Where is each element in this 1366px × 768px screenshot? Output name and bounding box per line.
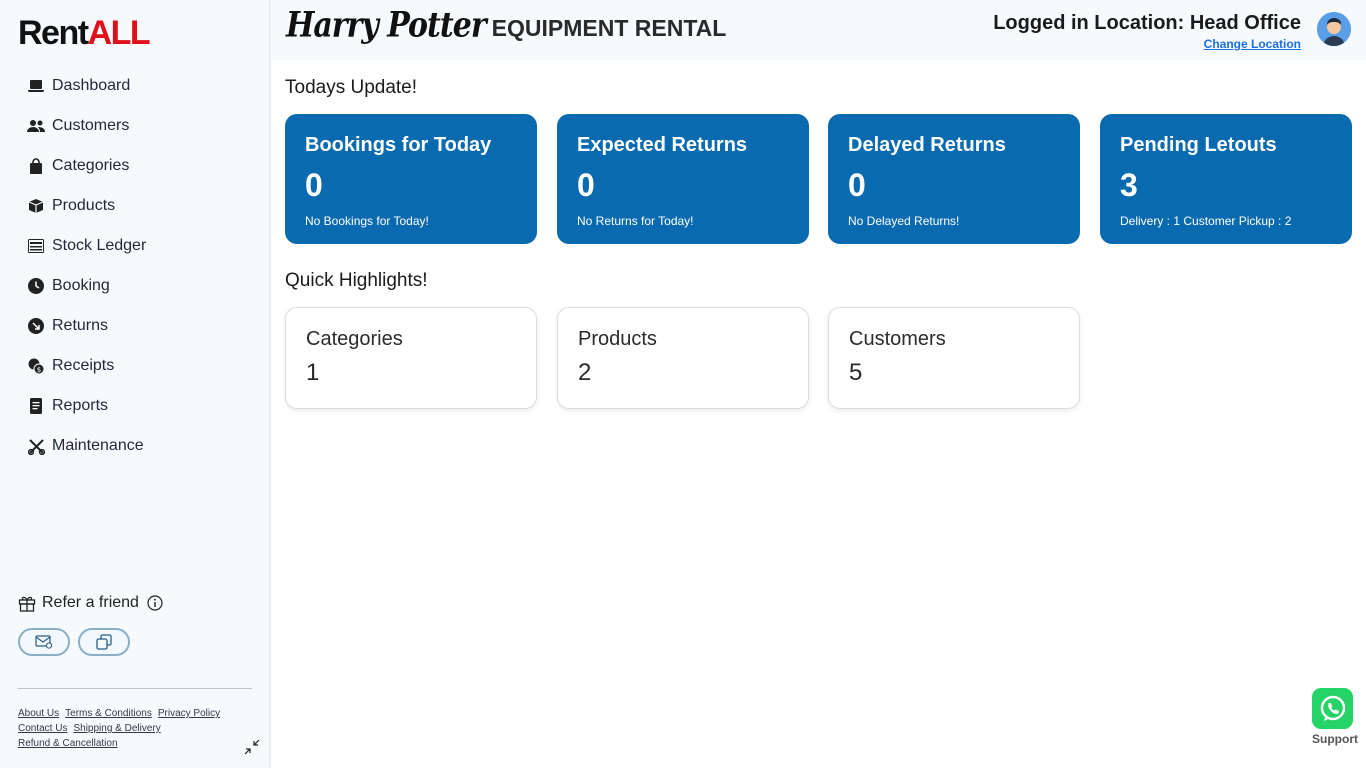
- brand-title: EQUIPMENT RENTAL: [491, 15, 727, 41]
- about-us-link[interactable]: About Us: [18, 708, 59, 719]
- whatsapp-icon: [1312, 688, 1353, 729]
- sidebar-item-label: Maintenance: [52, 437, 144, 454]
- rentall-logo[interactable]: RentALL: [18, 14, 151, 53]
- sidebar: RentALL Dashboard Customers Categories P…: [0, 0, 270, 768]
- brand: Harry Potter EQUIPMENT RENTAL: [286, 5, 727, 46]
- logo-accent-text: ALL: [87, 14, 151, 52]
- info-icon[interactable]: [147, 595, 163, 611]
- highlight-value: 5: [849, 359, 863, 386]
- highlight-title: Products: [578, 328, 657, 350]
- box-icon: [27, 197, 45, 215]
- products-highlight-card[interactable]: Products 2: [557, 307, 809, 409]
- highlight-title: Customers: [849, 328, 946, 350]
- highlight-value: 2: [578, 359, 592, 386]
- collapse-icon[interactable]: [243, 738, 261, 756]
- user-avatar-icon: [1317, 12, 1351, 46]
- card-subtext: No Returns for Today!: [577, 214, 694, 228]
- clock-icon: [27, 277, 45, 295]
- delayed-returns-card[interactable]: Delayed Returns 0 No Delayed Returns!: [828, 114, 1080, 244]
- card-subtext: Delivery : 1 Customer Pickup : 2: [1120, 214, 1292, 228]
- refer-copy-button[interactable]: [78, 628, 130, 656]
- laptop-icon: [27, 77, 45, 95]
- refer-email-button[interactable]: [18, 628, 70, 656]
- gift-icon: [18, 596, 36, 612]
- location-label: Logged in Location: Head Office: [993, 12, 1301, 34]
- highlight-value: 1: [306, 359, 320, 386]
- tools-icon: [27, 437, 45, 455]
- top-header: Harry Potter EQUIPMENT RENTAL Logged in …: [271, 0, 1366, 60]
- users-icon: [27, 117, 45, 135]
- card-title: Bookings for Today: [305, 134, 492, 156]
- sidebar-item-stock-ledger[interactable]: Stock Ledger: [0, 226, 270, 266]
- refer-label: Refer a friend: [42, 594, 139, 611]
- categories-highlight-card[interactable]: Categories 1: [285, 307, 537, 409]
- sidebar-item-label: Dashboard: [52, 77, 131, 94]
- sidebar-item-receipts[interactable]: $ Receipts: [0, 346, 270, 386]
- location-block: Logged in Location: Head Office Change L…: [993, 12, 1301, 51]
- refund-link[interactable]: Refund & Cancellation: [18, 738, 118, 749]
- footer-links: About Us Terms & Conditions Privacy Policy…: [18, 706, 258, 751]
- card-value: 0: [305, 167, 323, 203]
- sidebar-item-dashboard[interactable]: Dashboard: [0, 66, 270, 106]
- sidebar-item-categories[interactable]: Categories: [0, 146, 270, 186]
- sidebar-item-customers[interactable]: Customers: [0, 106, 270, 146]
- return-arrow-icon: [27, 317, 45, 335]
- sidebar-divider: [18, 688, 252, 689]
- sidebar-nav: Dashboard Customers Categories Products …: [0, 66, 270, 466]
- sidebar-item-products[interactable]: Products: [0, 186, 270, 226]
- sidebar-item-label: Categories: [52, 157, 130, 174]
- privacy-link[interactable]: Privacy Policy: [158, 708, 220, 719]
- contact-us-link[interactable]: Contact Us: [18, 723, 67, 734]
- bookings-today-card[interactable]: Bookings for Today 0 No Bookings for Tod…: [285, 114, 537, 244]
- svg-text:$: $: [36, 366, 40, 374]
- card-title: Delayed Returns: [848, 134, 1006, 156]
- support-label: Support: [1312, 732, 1358, 746]
- refer-buttons: [18, 628, 130, 656]
- ledger-icon: [27, 237, 45, 255]
- logo-text: Rent: [18, 14, 89, 52]
- card-value: 3: [1120, 167, 1138, 203]
- sidebar-item-label: Customers: [52, 117, 130, 134]
- sidebar-item-maintenance[interactable]: Maintenance: [0, 426, 270, 466]
- shipping-link[interactable]: Shipping & Delivery: [73, 723, 160, 734]
- customers-highlight-card[interactable]: Customers 5: [828, 307, 1080, 409]
- card-title: Pending Letouts: [1120, 134, 1277, 156]
- card-value: 0: [848, 167, 866, 203]
- email-icon: [35, 635, 53, 649]
- sidebar-item-returns[interactable]: Returns: [0, 306, 270, 346]
- terms-link[interactable]: Terms & Conditions: [65, 708, 152, 719]
- sidebar-item-label: Products: [52, 197, 116, 214]
- pending-letouts-card[interactable]: Pending Letouts 3 Delivery : 1 Customer …: [1100, 114, 1352, 244]
- sidebar-item-reports[interactable]: Reports: [0, 386, 270, 426]
- sidebar-item-booking[interactable]: Booking: [0, 266, 270, 306]
- sidebar-item-label: Returns: [52, 317, 109, 334]
- card-subtext: No Bookings for Today!: [305, 214, 429, 228]
- bag-icon: [27, 157, 45, 175]
- sidebar-item-label: Reports: [52, 397, 109, 414]
- harry-potter-logo: Harry Potter: [286, 5, 487, 46]
- avatar[interactable]: [1317, 12, 1351, 46]
- todays-update-title: Todays Update!: [285, 77, 418, 98]
- coins-icon: $: [27, 357, 45, 375]
- card-value: 0: [577, 167, 595, 203]
- quick-highlights-title: Quick Highlights!: [285, 270, 428, 291]
- change-location-link[interactable]: Change Location: [993, 37, 1301, 51]
- document-icon: [27, 397, 45, 415]
- sidebar-item-label: Booking: [52, 277, 110, 294]
- card-subtext: No Delayed Returns!: [848, 214, 960, 228]
- expected-returns-card[interactable]: Expected Returns 0 No Returns for Today!: [557, 114, 809, 244]
- refer-a-friend: Refer a friend: [18, 594, 163, 612]
- card-title: Expected Returns: [577, 134, 748, 156]
- copy-icon: [96, 634, 112, 650]
- sidebar-item-label: Receipts: [52, 357, 115, 374]
- whatsapp-support-button[interactable]: Support: [1312, 688, 1358, 746]
- highlight-title: Categories: [306, 328, 403, 350]
- sidebar-item-label: Stock Ledger: [52, 237, 147, 254]
